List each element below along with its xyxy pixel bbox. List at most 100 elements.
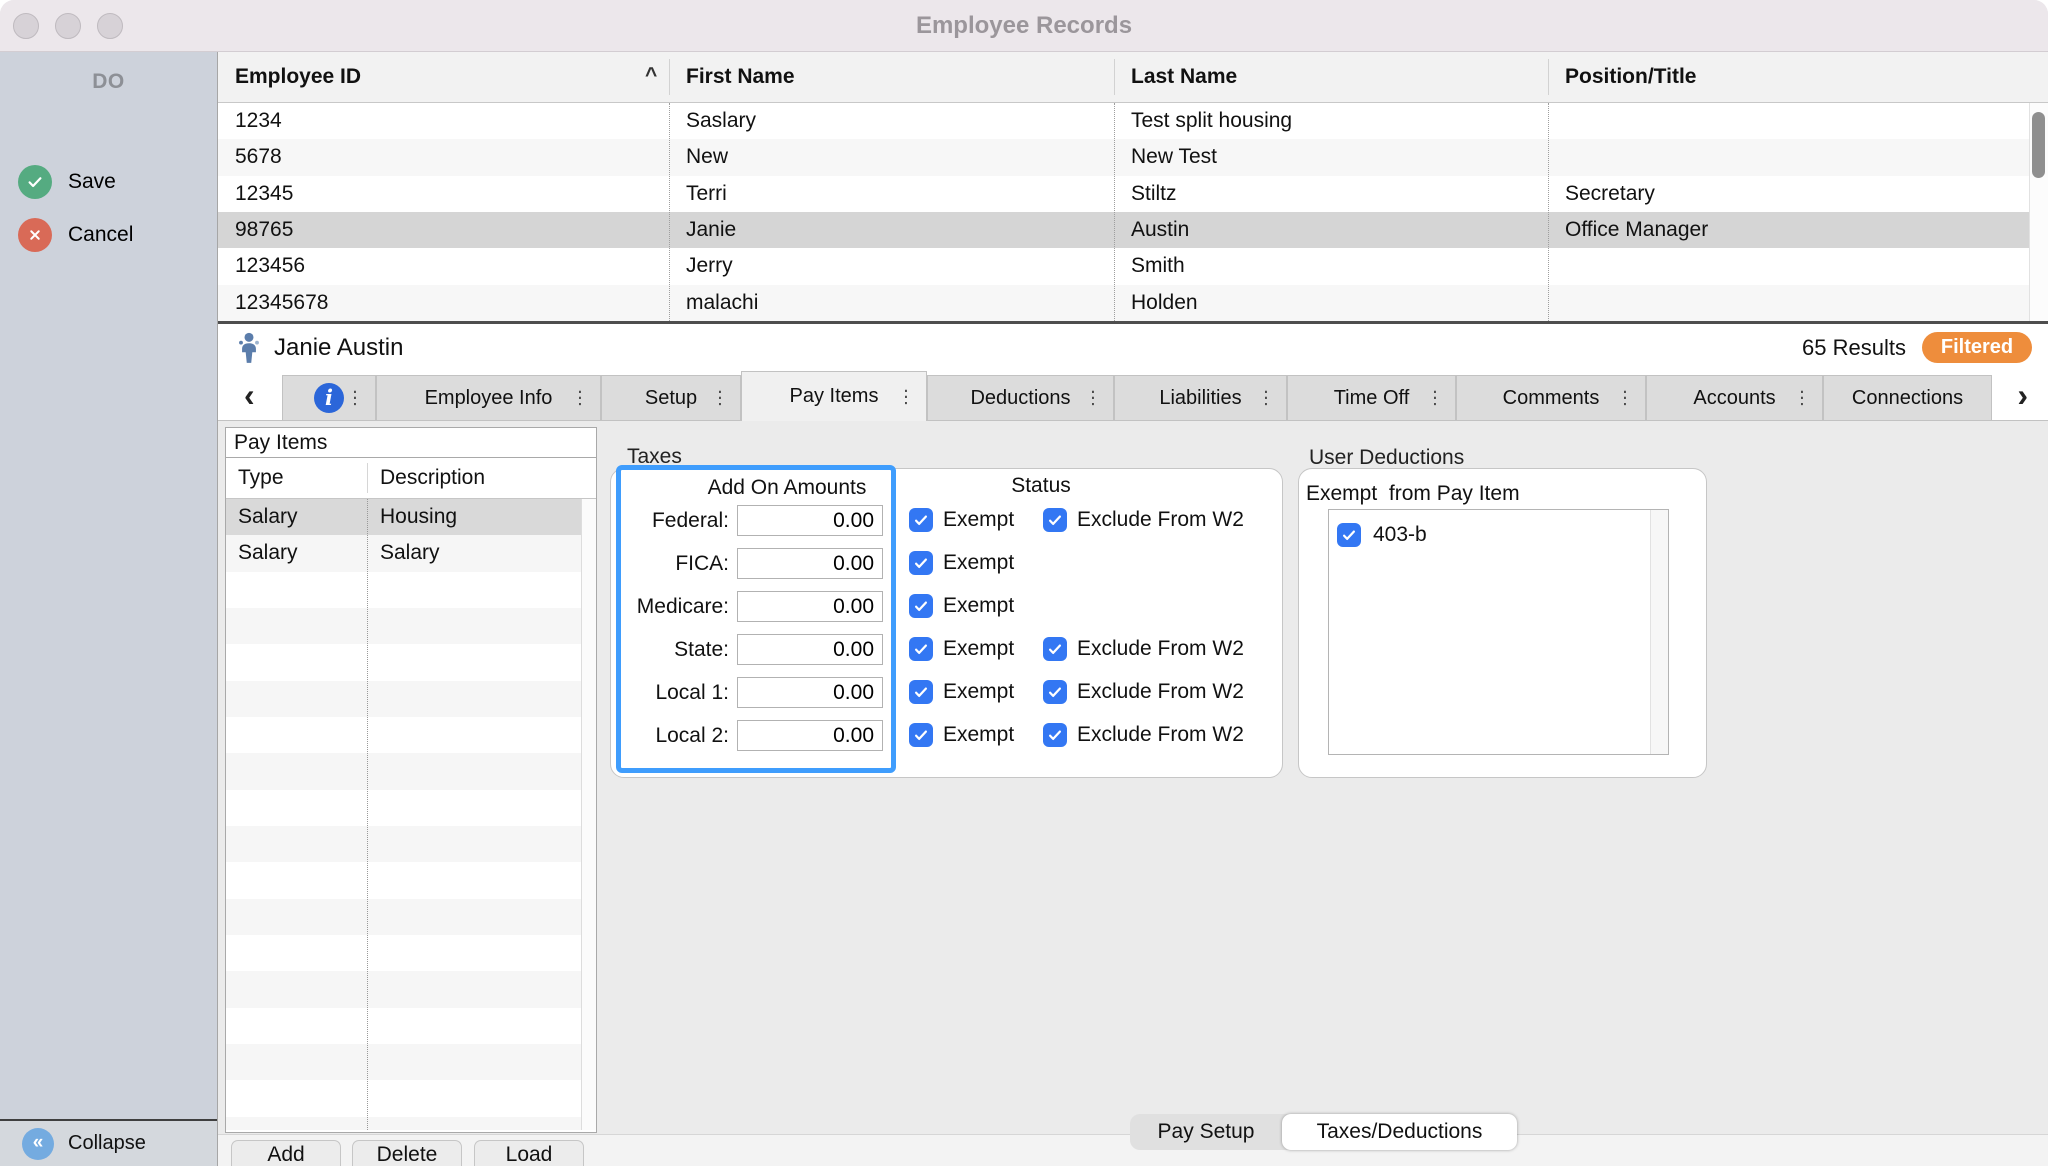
load-button[interactable]: Load [474,1140,584,1166]
pay-item-row[interactable] [226,790,596,826]
table-scrollbar-track[interactable] [2029,103,2048,321]
pay-item-row[interactable] [226,1080,596,1116]
tab-menu-dots-icon[interactable]: ⋮ [346,388,364,409]
tab-menu-dots-icon[interactable]: ⋮ [1257,388,1275,409]
tab-menu-dots-icon[interactable]: ⋮ [711,388,729,409]
tab-info[interactable]: i⋮ [282,375,376,420]
exempt-checkbox[interactable] [909,637,933,661]
pay-item-row[interactable] [226,644,596,680]
column-header-description[interactable]: Description [367,466,485,490]
tab-menu-dots-icon[interactable]: ⋮ [571,388,589,409]
tax-field-row: State: [621,628,891,671]
exclude-from-w2-checkbox[interactable] [1043,723,1067,747]
pay-item-row[interactable] [226,681,596,717]
collapse-chevrons-icon: « [22,1128,54,1160]
exempt-checkbox[interactable] [909,723,933,747]
pay-item-description [367,644,596,680]
table-row[interactable]: 98765JanieAustinOffice Manager [218,212,2048,248]
tax-field-row: Local 1: [621,671,891,714]
exempt-checkbox[interactable] [909,594,933,618]
column-header-first-name[interactable]: First Name [669,52,1114,102]
tab-menu-dots-icon[interactable]: ⋮ [1426,388,1444,409]
pay-item-row[interactable] [226,862,596,898]
table-cell-first: Janie [669,212,1114,248]
tabs-scroll-right-button[interactable]: › [2017,371,2028,421]
tax-field-row: Federal: [621,499,891,542]
status-row: Exempt [900,541,1320,584]
tax-amount-input[interactable] [737,677,883,708]
tab-setup[interactable]: Setup ⋮ [601,375,741,420]
tax-amount-input[interactable] [737,720,883,751]
pay-item-row[interactable] [226,971,596,1007]
pay-item-row[interactable] [226,1008,596,1044]
tab-menu-dots-icon[interactable]: ⋮ [1793,388,1811,409]
save-button[interactable]: Save [0,161,217,203]
tab-label: Setup [645,387,697,410]
pay-item-row[interactable] [226,935,596,971]
tab-employee-info[interactable]: Employee Info⋮ [376,375,601,420]
tab-comments[interactable]: Comments⋮ [1456,375,1646,420]
cancel-button[interactable]: Cancel [0,214,217,256]
pay-item-row[interactable]: SalaryHousing [226,499,596,535]
tax-amount-input[interactable] [737,505,883,536]
tax-field-label: State: [621,638,729,662]
column-header-type[interactable]: Type [226,466,367,490]
cancel-label: Cancel [68,223,133,247]
deduction-checkbox[interactable] [1337,523,1361,547]
tax-amount-input[interactable] [737,634,883,665]
tab-menu-dots-icon[interactable]: ⋮ [1616,388,1634,409]
table-row[interactable]: 12345678malachiHolden [218,285,2048,321]
table-row[interactable]: 12345TerriStiltzSecretary [218,176,2048,212]
exclude-from-w2-checkbox[interactable] [1043,637,1067,661]
delete-button[interactable]: Delete [352,1140,462,1166]
exempt-checkbox[interactable] [909,551,933,575]
column-header-employee-id[interactable]: Employee ID [218,52,669,102]
tax-amount-input[interactable] [737,548,883,579]
column-divider-dotted [1114,103,1115,321]
exclude-from-w2-label: Exclude From W2 [1077,723,1244,747]
exclude-from-w2-checkbox[interactable] [1043,508,1067,532]
tab-time-off[interactable]: Time Off⋮ [1287,375,1456,420]
pay-item-description [367,935,596,971]
tax-amount-input[interactable] [737,591,883,622]
add-button[interactable]: Add [231,1140,341,1166]
tab-menu-dots-icon[interactable]: ⋮ [1084,388,1102,409]
pay-item-description [367,971,596,1007]
column-header-last-name[interactable]: Last Name [1114,52,1548,102]
table-row[interactable]: 123456JerrySmith [218,248,2048,284]
action-sidebar: DO Save Cancel « Collapse [0,52,218,1166]
pay-item-description [367,862,596,898]
table-scrollbar-thumb[interactable] [2032,112,2045,178]
pay-item-type [226,971,367,1007]
exempt-checkbox[interactable] [909,680,933,704]
tab-connections[interactable]: Connections [1823,375,1992,420]
deductions-scrollbar-track[interactable] [1650,510,1668,754]
pay-item-row[interactable] [226,1044,596,1080]
tab-taxes-deductions[interactable]: Taxes/Deductions [1282,1114,1517,1150]
pay-item-row[interactable] [226,608,596,644]
tab-menu-dots-icon[interactable]: ⋮ [897,386,915,407]
exclude-from-w2-checkbox[interactable] [1043,680,1067,704]
pay-item-row[interactable] [226,753,596,789]
pay-item-row[interactable] [226,826,596,862]
pay-item-row[interactable] [226,1117,596,1130]
pay-item-row[interactable] [226,572,596,608]
table-row[interactable]: 1234SaslaryTest split housing [218,103,2048,139]
filtered-badge[interactable]: Filtered [1922,332,2032,363]
deduction-item[interactable]: 403-b [1329,515,1668,555]
column-header-position[interactable]: Position/Title [1548,52,2030,102]
collapse-button[interactable]: « Collapse [0,1119,217,1166]
tab-accounts[interactable]: Accounts⋮ [1646,375,1823,420]
tab-liabilities[interactable]: Liabilities⋮ [1114,375,1287,420]
pay-item-row[interactable]: SalarySalary [226,535,596,571]
tab-pay-setup[interactable]: Pay Setup [1130,1114,1282,1150]
tabs-scroll-left-button[interactable]: ‹ [244,371,255,421]
tab-deductions[interactable]: Deductions⋮ [927,375,1114,420]
pay-item-row[interactable] [226,717,596,753]
pay-item-description [367,899,596,935]
pay-item-row[interactable] [226,899,596,935]
pay-items-scrollbar-track[interactable] [581,499,596,1130]
exempt-checkbox[interactable] [909,508,933,532]
table-row[interactable]: 5678NewNew Test [218,139,2048,175]
tab-pay-items[interactable]: Pay Items⋮ [741,371,927,421]
